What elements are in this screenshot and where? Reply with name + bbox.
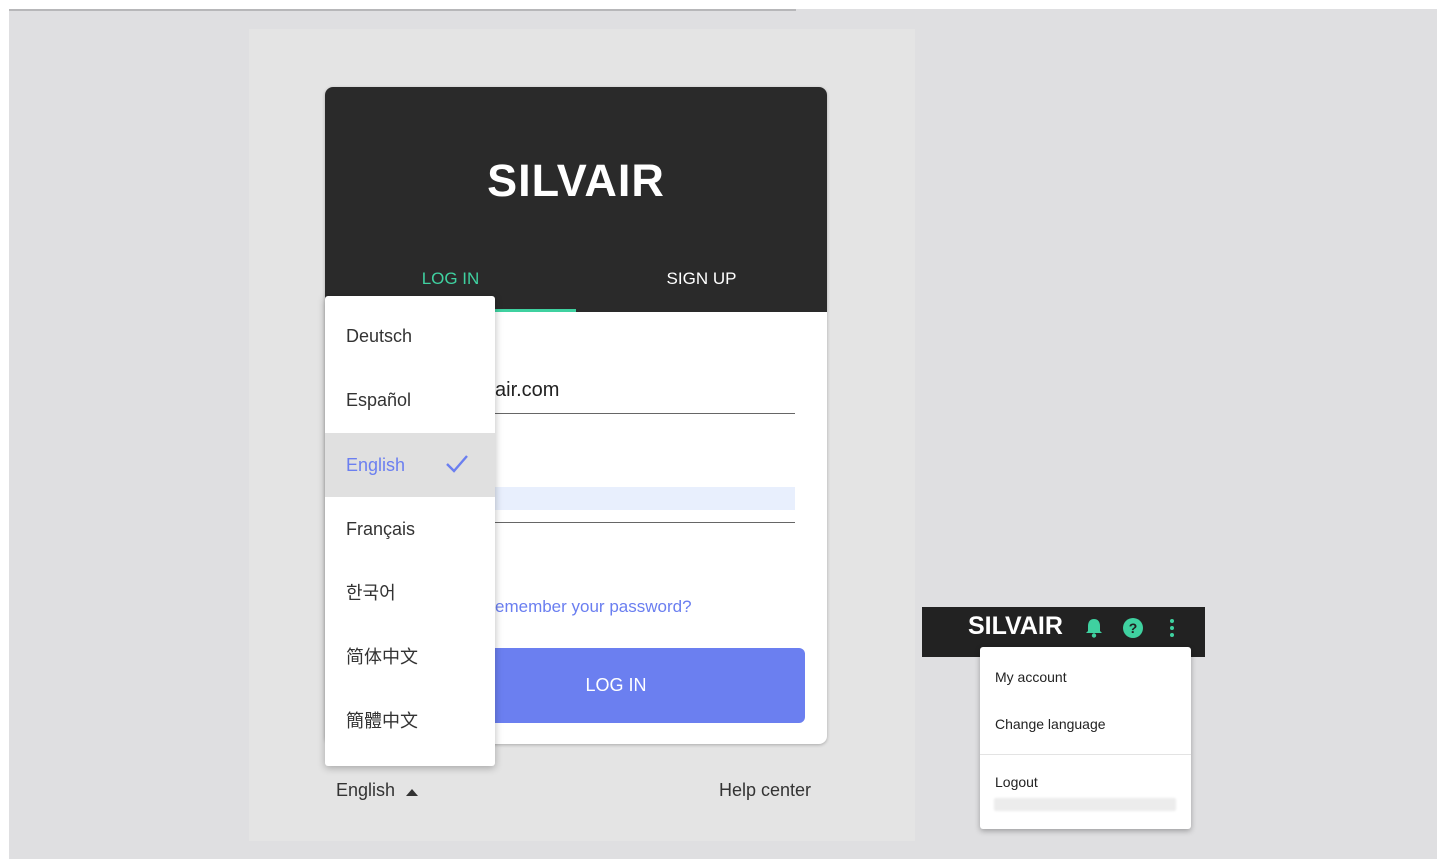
blurred-user-email — [994, 798, 1176, 811]
tab-sign-up[interactable]: SIGN UP — [576, 257, 827, 312]
svg-text:?: ? — [1129, 620, 1138, 636]
language-option-label: English — [346, 455, 406, 475]
language-option-korean[interactable]: 한국어 — [325, 561, 495, 625]
language-option-simplified-chinese[interactable]: 简体中文 — [325, 625, 495, 689]
silvair-logo: SILVAIR — [487, 155, 665, 206]
language-option-deutsch[interactable]: Deutsch — [325, 304, 495, 368]
change-language-item[interactable]: Change language — [980, 704, 1191, 744]
email-field-underline — [490, 413, 795, 414]
language-option-francais[interactable]: Français — [325, 497, 495, 561]
help-center-link[interactable]: Help center — [719, 780, 811, 801]
help-icon[interactable]: ? — [1122, 617, 1144, 639]
my-account-item[interactable]: My account — [980, 657, 1191, 697]
password-field-underline — [490, 522, 795, 523]
language-option-traditional-chinese[interactable]: 簡體中文 — [325, 689, 495, 753]
top-divider — [9, 9, 796, 11]
language-selector[interactable]: English — [336, 780, 395, 801]
app-bar-logo: SILVAIR — [968, 612, 1063, 640]
caret-up-icon[interactable] — [406, 789, 418, 796]
language-option-english[interactable]: English — [325, 433, 495, 497]
email-field[interactable]: air.com — [495, 379, 559, 402]
card-header: SILVAIR LOG IN SIGN UP — [325, 87, 827, 312]
checkmark-icon — [446, 455, 468, 473]
more-vert-icon[interactable] — [1164, 617, 1180, 639]
bell-icon[interactable] — [1083, 617, 1105, 639]
log-in-button[interactable]: LOG IN — [477, 648, 805, 723]
menu-divider — [980, 754, 1191, 755]
password-field[interactable] — [490, 487, 795, 510]
language-dropdown-menu: Deutsch Español English Français 한국어 简体中… — [325, 296, 495, 766]
language-option-espanol[interactable]: Español — [325, 368, 495, 432]
logout-item[interactable]: Logout — [980, 762, 1191, 802]
forgot-password-link[interactable]: emember your password? — [495, 597, 692, 617]
account-dropdown-menu: My account Change language Logout — [980, 647, 1191, 829]
